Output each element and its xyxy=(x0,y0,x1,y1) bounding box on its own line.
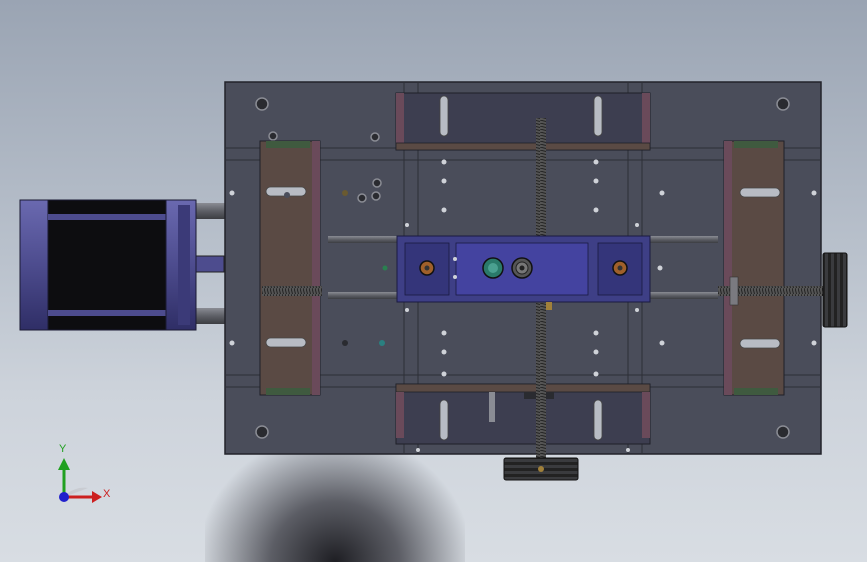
top-bracket[interactable] xyxy=(395,92,651,151)
right-bracket[interactable] xyxy=(723,140,785,396)
motor-standoffs xyxy=(195,203,225,324)
stepper-motor[interactable] xyxy=(19,199,197,331)
x-axis-label: X xyxy=(103,488,111,500)
y-axis-label: Y xyxy=(59,443,67,455)
cad-model[interactable] xyxy=(0,0,867,562)
left-bracket[interactable] xyxy=(259,140,321,396)
cad-viewport[interactable]: Y X xyxy=(0,0,867,562)
right-timing-pulley[interactable] xyxy=(822,252,848,328)
z-axis-dot xyxy=(59,492,69,502)
coordinate-triad xyxy=(58,458,102,503)
central-carriage[interactable] xyxy=(396,235,651,310)
bottom-timing-pulley[interactable] xyxy=(503,457,579,481)
bottom-bracket[interactable] xyxy=(395,383,651,445)
